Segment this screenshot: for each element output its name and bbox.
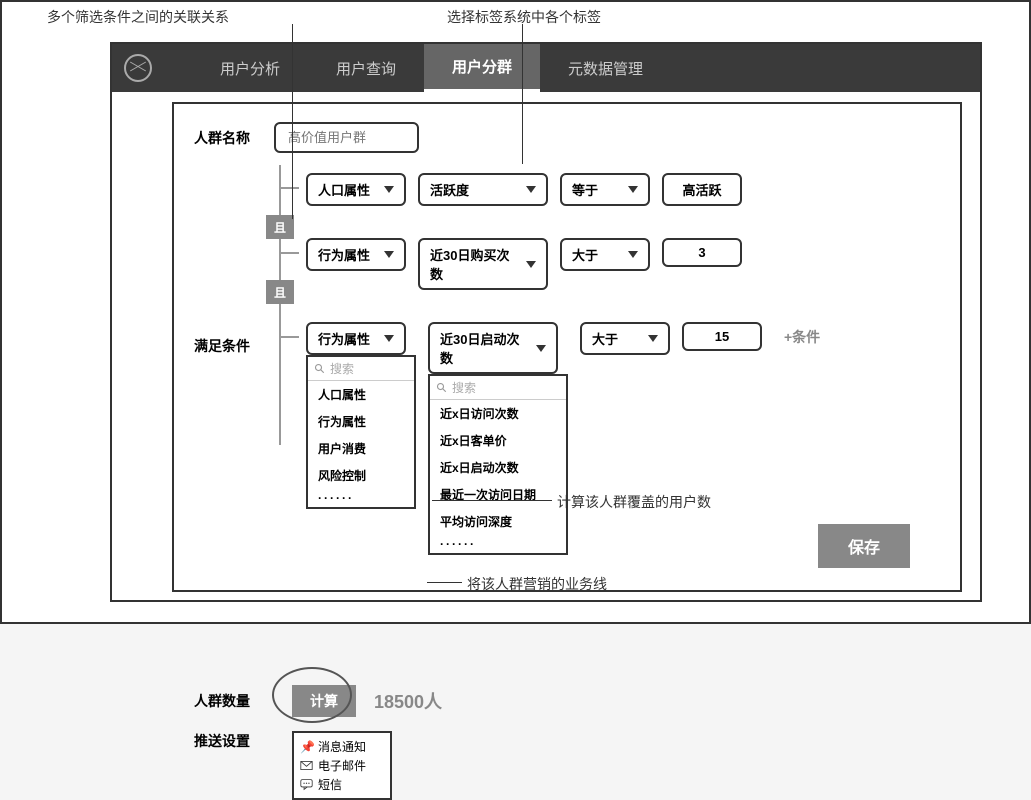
search-placeholder: 搜索 — [452, 379, 476, 396]
add-condition-button[interactable]: +条件 — [774, 322, 830, 352]
select-value: 大于 — [592, 329, 618, 348]
chevron-down-icon — [384, 251, 394, 258]
value-input[interactable]: 15 — [682, 322, 762, 351]
calculate-button[interactable]: 计算 — [292, 685, 356, 717]
select-value: 活跃度 — [430, 180, 469, 199]
search-placeholder: 搜索 — [330, 360, 354, 377]
group-name-label: 人群名称 — [194, 128, 274, 148]
select-value: 近30日启动次数 — [440, 329, 528, 367]
top-nav-bar: 用户分析 用户查询 用户分群 元数据管理 — [112, 44, 980, 92]
push-option-label: 电子邮件 — [318, 757, 366, 774]
operator-select[interactable]: 大于 — [560, 238, 650, 271]
annotation-line — [292, 24, 293, 219]
dropdown-search[interactable]: 搜索 — [308, 357, 414, 381]
metric-select[interactable]: 活跃度 — [418, 173, 548, 206]
select-value: 行为属性 — [318, 329, 370, 348]
and-operator-badge[interactable]: 且 — [266, 215, 294, 239]
metric-select[interactable]: 近30日购买次数 — [418, 238, 548, 290]
count-label: 人群数量 — [194, 691, 274, 711]
operator-select[interactable]: 等于 — [560, 173, 650, 206]
search-icon — [314, 363, 326, 375]
push-option-label: 消息通知 — [318, 738, 366, 755]
dropdown-option[interactable]: 平均访问深度 — [430, 508, 566, 535]
app-window: 用户分析 用户查询 用户分群 元数据管理 人群名称 满足条件 人口属性 — [110, 42, 982, 602]
nav-tab-metadata[interactable]: 元数据管理 — [540, 44, 671, 92]
push-settings-box: 📌 消息通知 电子邮件 短信 — [292, 731, 392, 800]
annotation-line — [432, 500, 552, 501]
mail-icon — [300, 759, 313, 772]
select-value: 近30日购买次数 — [430, 245, 518, 283]
group-name-input[interactable] — [274, 122, 419, 153]
condition-row: 行为属性 搜索 人口属性 行为属性 用户消费 风险控制 — [284, 322, 940, 555]
push-option-label: 短信 — [318, 776, 342, 793]
nav-tab-query[interactable]: 用户查询 — [308, 44, 424, 92]
content-panel: 人群名称 满足条件 人口属性 活跃度 — [172, 102, 962, 592]
count-value: 18500人 — [374, 688, 442, 714]
dropdown-option[interactable]: 近x日启动次数 — [430, 454, 566, 481]
dropdown-option[interactable]: 人口属性 — [308, 381, 414, 408]
select-value: 人口属性 — [318, 180, 370, 199]
dropdown-option[interactable]: 风险控制 — [308, 462, 414, 489]
tree-connector — [279, 187, 299, 189]
annotation-relation: 多个筛选条件之间的关联关系 — [47, 7, 229, 27]
annotation-push: 将该人群营销的业务线 — [467, 574, 607, 594]
dropdown-search[interactable]: 搜索 — [430, 376, 566, 400]
value-input[interactable]: 高活跃 — [662, 173, 742, 206]
dropdown-option[interactable]: 用户消费 — [308, 435, 414, 462]
satisfy-conditions-label: 满足条件 — [194, 336, 250, 356]
chevron-down-icon — [648, 335, 658, 342]
chevron-down-icon — [526, 261, 536, 268]
condition-row: 人口属性 活跃度 等于 高活跃 且 — [284, 173, 940, 206]
dropdown-option[interactable]: 最近一次访问日期 — [430, 481, 566, 508]
operator-select[interactable]: 大于 — [580, 322, 670, 355]
pin-icon: 📌 — [300, 740, 313, 753]
chevron-down-icon — [384, 186, 394, 193]
category-select[interactable]: 人口属性 — [306, 173, 406, 206]
tree-connector — [279, 336, 299, 338]
value-input[interactable]: 3 — [662, 238, 742, 267]
metric-select[interactable]: 近30日启动次数 — [428, 322, 558, 374]
condition-row: 行为属性 近30日购买次数 大于 3 且 — [284, 238, 940, 290]
push-option-sms[interactable]: 短信 — [300, 775, 384, 794]
nav-tab-analysis[interactable]: 用户分析 — [192, 44, 308, 92]
dropdown-option[interactable]: 近x日客单价 — [430, 427, 566, 454]
select-value: 行为属性 — [318, 245, 370, 264]
annotation-line — [522, 24, 523, 164]
annotation-count: 计算该人群覆盖的用户数 — [557, 492, 711, 512]
tree-connector — [279, 165, 281, 445]
push-label: 推送设置 — [194, 731, 274, 751]
chevron-down-icon — [628, 251, 638, 258]
select-value: 大于 — [572, 245, 598, 264]
tree-connector — [279, 252, 299, 254]
annotation-tag-select: 选择标签系统中各个标签 — [447, 7, 601, 27]
category-select[interactable]: 行为属性 — [306, 238, 406, 271]
sms-icon — [300, 778, 313, 791]
chevron-down-icon — [628, 186, 638, 193]
dropdown-more[interactable]: ······ — [308, 489, 414, 507]
category-select[interactable]: 行为属性 — [306, 322, 406, 355]
category-dropdown: 搜索 人口属性 行为属性 用户消费 风险控制 ······ — [306, 355, 416, 509]
chevron-down-icon — [384, 335, 394, 342]
push-option-notification[interactable]: 📌 消息通知 — [300, 737, 384, 756]
dropdown-option[interactable]: 行为属性 — [308, 408, 414, 435]
push-option-email[interactable]: 电子邮件 — [300, 756, 384, 775]
chevron-down-icon — [536, 345, 546, 352]
and-operator-badge[interactable]: 且 — [266, 280, 294, 304]
chevron-down-icon — [526, 186, 536, 193]
dropdown-more[interactable]: ······ — [430, 535, 566, 553]
metric-dropdown: 搜索 近x日访问次数 近x日客单价 近x日启动次数 最近一次访问日期 平均访问深… — [428, 374, 568, 555]
logo-icon — [124, 54, 152, 82]
search-icon — [436, 382, 448, 394]
dropdown-option[interactable]: 近x日访问次数 — [430, 400, 566, 427]
annotation-line — [427, 582, 462, 583]
save-button[interactable]: 保存 — [818, 524, 910, 568]
select-value: 等于 — [572, 180, 598, 199]
